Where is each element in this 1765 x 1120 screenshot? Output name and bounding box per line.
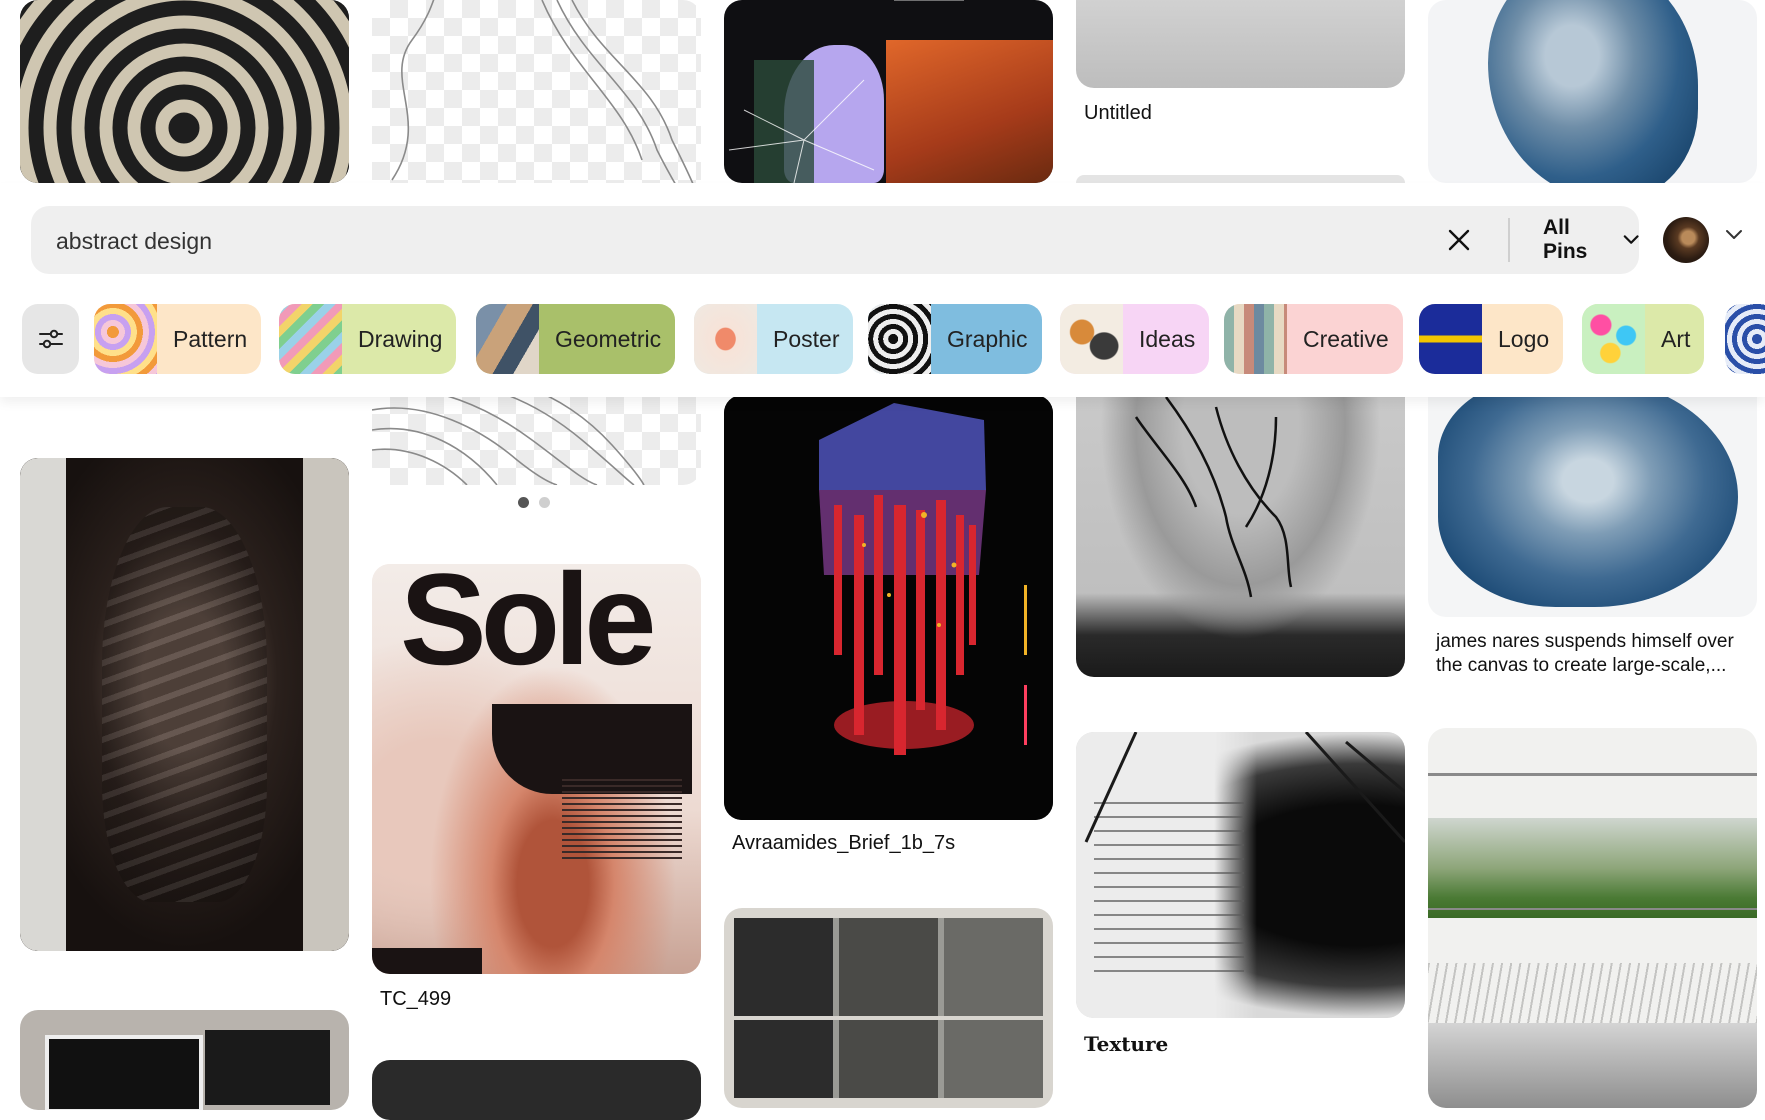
- search-input[interactable]: [54, 206, 1208, 276]
- chip-thumbnail: [1582, 304, 1645, 374]
- search-header: All Pins Pattern Drawing: [0, 183, 1765, 397]
- poster-headline: Sole: [400, 564, 657, 692]
- search-bar: All Pins: [31, 206, 1639, 276]
- guide-chips: Pattern Drawing Geometric Poster Graphic…: [0, 304, 1765, 374]
- chip-label: Pattern: [173, 325, 248, 352]
- carousel-dot[interactable]: [539, 497, 550, 508]
- pin-title[interactable]: Texture: [1084, 1032, 1168, 1056]
- chevron-down-icon: [1623, 235, 1639, 244]
- chip-thumbnail: [1419, 304, 1482, 374]
- particle-image: [724, 395, 1053, 820]
- chip-thumbnail: [694, 304, 757, 374]
- chip-label: Creative: [1303, 325, 1389, 352]
- chip-poster[interactable]: Poster: [694, 304, 854, 374]
- pin-grid: Sole TC_499 Avraamides_Brief_1b_7s Untit…: [0, 0, 1765, 1120]
- starburst-lines: [728, 0, 964, 183]
- chip-graphic[interactable]: Graphic: [868, 304, 1042, 374]
- pin-untitled[interactable]: [1076, 0, 1405, 88]
- carousel-dots[interactable]: [518, 497, 550, 508]
- clear-search-button[interactable]: [1439, 220, 1479, 260]
- chevron-down-icon: [1726, 230, 1742, 239]
- pin-title[interactable]: TC_499: [380, 988, 451, 1011]
- chip-label: Drawing: [358, 325, 443, 352]
- chip-thumbnail: [279, 304, 342, 374]
- pin-title[interactable]: james nares suspends himself over the ca…: [1436, 630, 1756, 678]
- pin-portrait-top[interactable]: [1076, 175, 1405, 183]
- filters-button[interactable]: [22, 304, 79, 374]
- sliders-icon: [38, 329, 63, 349]
- pin-ink-grid[interactable]: [724, 908, 1053, 1108]
- pin-texture[interactable]: [1076, 732, 1405, 1018]
- chip-drawing[interactable]: Drawing: [279, 304, 457, 374]
- chip-label: Geometric: [555, 325, 662, 352]
- pin-paint-stroke-top[interactable]: [1428, 0, 1757, 183]
- pin-paint-stroke[interactable]: [1428, 397, 1757, 617]
- chip-ideas[interactable]: Ideas: [1060, 304, 1210, 374]
- account-menu-button[interactable]: [1725, 228, 1743, 246]
- spiral-image: [20, 0, 349, 183]
- pin-scope-label: All Pins: [1543, 216, 1588, 263]
- chip-label: Logo: [1498, 325, 1550, 352]
- pin-dark-lines[interactable]: [372, 1060, 701, 1120]
- chip-geometric[interactable]: Geometric: [476, 304, 676, 374]
- carousel-dot[interactable]: [518, 497, 529, 508]
- pin-title[interactable]: Avraamides_Brief_1b_7s: [732, 832, 955, 855]
- chip-label: Poster: [773, 325, 840, 352]
- chip-thumbnail: [1725, 304, 1765, 374]
- close-icon: [1448, 229, 1470, 251]
- pin-title[interactable]: Untitled: [1084, 102, 1152, 125]
- chip-thumbnail: [94, 304, 157, 374]
- pin-graffiti[interactable]: [20, 1010, 349, 1110]
- pin-landscape-study[interactable]: [1428, 728, 1757, 1108]
- divider: [1508, 218, 1510, 262]
- user-avatar[interactable]: [1663, 217, 1709, 263]
- chip-thumbnail: [1224, 304, 1287, 374]
- pin-poster-tc[interactable]: Sole: [372, 564, 701, 974]
- chip-pattern[interactable]: Pattern: [94, 304, 262, 374]
- pin-collage[interactable]: [724, 0, 1053, 183]
- ink-drip-image: [1134, 397, 1293, 598]
- pin-particle-poster[interactable]: [724, 395, 1053, 820]
- chip-label: Art: [1661, 325, 1691, 352]
- pin-scope-dropdown[interactable]: All Pins: [1543, 206, 1639, 274]
- chip-thumbnail: [868, 304, 931, 374]
- chip-label: Ideas: [1139, 325, 1196, 352]
- chip-thumbnail: [1060, 304, 1123, 374]
- pin-spiral[interactable]: [20, 0, 349, 183]
- scratch-lines: [1084, 732, 1405, 844]
- pin-ink-back[interactable]: [1076, 397, 1405, 677]
- pin-sculpture[interactable]: [20, 458, 349, 951]
- chip-creative[interactable]: Creative: [1224, 304, 1403, 374]
- chip-thumbnail: [476, 304, 539, 374]
- chip-art[interactable]: Art: [1582, 304, 1705, 374]
- chip-logo[interactable]: Logo: [1419, 304, 1564, 374]
- chip-label: Graphic: [947, 325, 1028, 352]
- chip-more[interactable]: [1725, 304, 1765, 374]
